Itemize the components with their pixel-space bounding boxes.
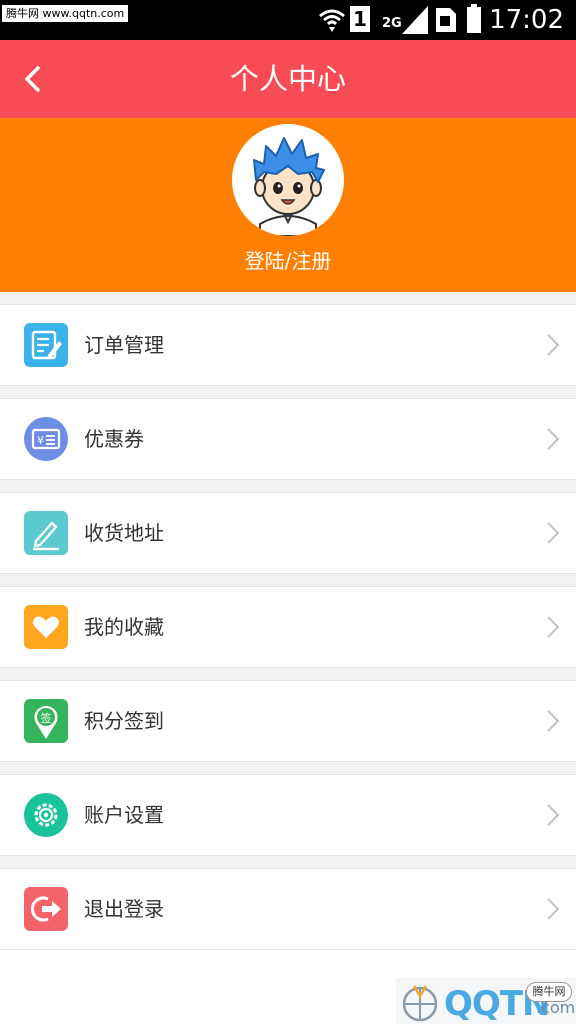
settings-gear-icon: [24, 793, 68, 837]
watermark-badge: 腾牛网: [526, 982, 572, 1002]
divider: [0, 480, 576, 493]
globe-icon: [402, 985, 438, 1022]
menu-item-label: 退出登录: [84, 897, 164, 921]
app-header: 个人中心: [0, 40, 576, 118]
svg-text:¥: ¥: [37, 434, 44, 447]
page-title: 个人中心: [229, 62, 346, 96]
watermark-logo: QQTN .com 腾牛网: [396, 978, 576, 1024]
divider: [0, 292, 576, 305]
logout-icon: [24, 887, 68, 931]
chevron-right-icon: [547, 710, 560, 732]
menu-item-address[interactable]: 收货地址: [0, 493, 576, 574]
watermark-tag: 腾牛网 www.qqtn.com: [2, 5, 129, 22]
menu-item-logout[interactable]: 退出登录: [0, 869, 576, 950]
profile-section: 登陆/注册: [0, 118, 576, 292]
back-button[interactable]: [16, 62, 50, 96]
menu-item-label: 我的收藏: [84, 615, 164, 639]
menu-item-coupons[interactable]: ¥ 优惠券: [0, 399, 576, 480]
login-register-link[interactable]: 登陆/注册: [0, 246, 576, 276]
sim-card-icon: [436, 8, 456, 32]
svg-text:签: 签: [41, 711, 52, 725]
divider: [0, 668, 576, 681]
avatar[interactable]: [232, 124, 344, 236]
menu-item-favorites[interactable]: 我的收藏: [0, 587, 576, 668]
divider: [0, 762, 576, 775]
divider: [0, 574, 576, 587]
order-list-icon: [24, 323, 68, 367]
wifi-icon: [319, 9, 345, 32]
divider: [0, 856, 576, 869]
chevron-right-icon: [547, 616, 560, 638]
cartoon-avatar-icon: [253, 137, 325, 236]
clock: 17:02: [489, 5, 564, 35]
divider: [0, 386, 576, 399]
status-bar: 腾牛网 www.qqtn.com 1 2G 17:02: [0, 0, 576, 40]
menu-item-label: 优惠券: [84, 427, 144, 451]
chevron-right-icon: [547, 334, 560, 356]
menu-item-label: 账户设置: [84, 803, 164, 827]
sim-slot-badge: 1: [350, 6, 370, 32]
menu-item-settings[interactable]: 账户设置: [0, 775, 576, 856]
menu-item-checkin[interactable]: 签 积分签到: [0, 681, 576, 762]
menu-item-orders[interactable]: 订单管理: [0, 305, 576, 386]
menu-item-label: 收货地址: [84, 521, 164, 545]
edit-pencil-icon: [24, 511, 68, 555]
chevron-left-icon: [25, 66, 40, 92]
coupon-icon: ¥: [24, 417, 68, 461]
checkin-pin-icon: 签: [24, 699, 68, 743]
menu-item-label: 积分签到: [84, 709, 164, 733]
chevron-right-icon: [547, 804, 560, 826]
chevron-right-icon: [547, 898, 560, 920]
menu-list: 订单管理 ¥ 优惠券 收货地址 我的收藏 签 积分签到 账户设置 退出登录: [0, 292, 576, 950]
chevron-right-icon: [547, 522, 560, 544]
chevron-right-icon: [547, 428, 560, 450]
battery-icon: [467, 4, 481, 33]
signal-icon: [402, 6, 428, 34]
network-type: 2G: [382, 16, 402, 31]
menu-item-label: 订单管理: [84, 333, 164, 357]
heart-icon: [24, 605, 68, 649]
